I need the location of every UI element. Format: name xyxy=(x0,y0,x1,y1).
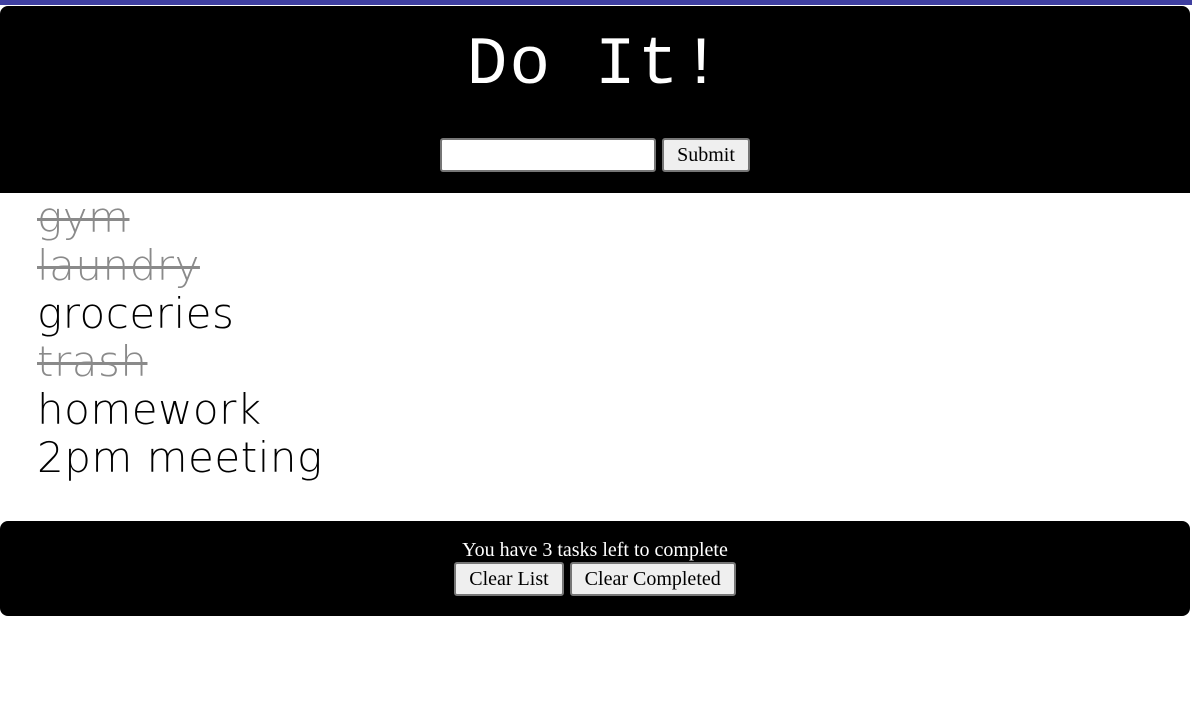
top-accent-stripe xyxy=(0,0,1192,5)
clear-list-button[interactable]: Clear List xyxy=(454,562,564,596)
task-item[interactable]: gym xyxy=(37,195,323,243)
task-item[interactable]: trash xyxy=(37,339,323,387)
task-item[interactable]: laundry xyxy=(37,243,323,291)
task-list: gym laundry groceries trash homework 2pm… xyxy=(37,195,323,483)
task-item[interactable]: groceries xyxy=(37,291,323,339)
app-title: Do It! xyxy=(466,27,724,104)
task-input[interactable] xyxy=(440,138,657,172)
task-item[interactable]: 2pm meeting xyxy=(37,435,323,483)
task-item[interactable]: homework xyxy=(37,387,323,435)
footer-actions: Clear List Clear Completed xyxy=(0,562,1190,596)
app-header: Do It! Submit xyxy=(0,6,1190,193)
add-task-form: Submit xyxy=(0,138,1190,172)
submit-button[interactable]: Submit xyxy=(662,138,750,172)
tasks-remaining-text: You have 3 tasks left to complete xyxy=(462,539,728,561)
clear-completed-button[interactable]: Clear Completed xyxy=(569,562,736,596)
app-footer: You have 3 tasks left to complete Clear … xyxy=(0,521,1190,616)
